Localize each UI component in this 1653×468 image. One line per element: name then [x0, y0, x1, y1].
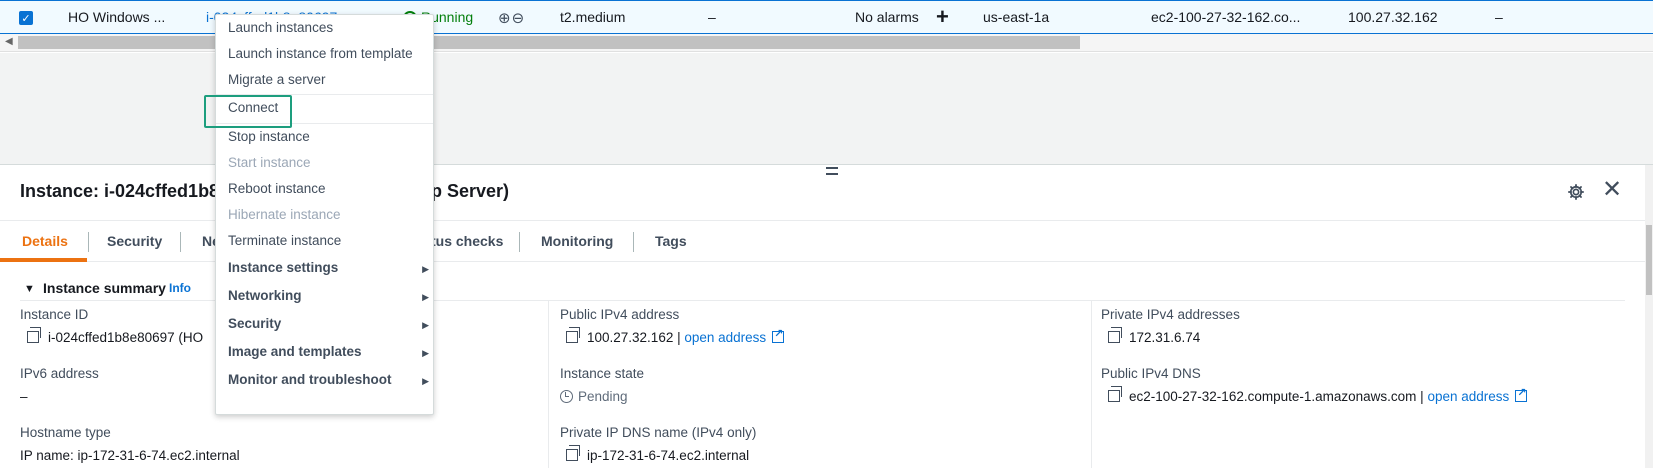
open-address-link[interactable]: open address: [684, 330, 766, 345]
column-divider: [1091, 300, 1092, 468]
zoom-out-icon[interactable]: ⊖: [512, 10, 526, 27]
menu-item-networking[interactable]: Networking: [228, 288, 302, 303]
private-ipv4-label: Private IPv4 addresses: [1101, 307, 1240, 322]
copy-icon[interactable]: [566, 445, 580, 461]
pane-resize-handle[interactable]: [826, 167, 838, 175]
hostname-type-value: IP name: ip-172-31-6-74.ec2.internal: [20, 448, 240, 463]
instance-type: t2.medium: [560, 9, 626, 25]
active-tab-indicator: [0, 258, 87, 262]
scrollbar-thumb[interactable]: [1646, 225, 1652, 295]
availability-zone: us-east-1a: [983, 9, 1050, 25]
public-ip: 100.27.32.162: [1348, 9, 1438, 25]
tab-separator: [88, 232, 89, 252]
private-dns-label: Private IP DNS name (IPv4 only): [560, 425, 757, 440]
instance-id-value: i-024cffed1b8e80697 (HO: [27, 327, 203, 345]
tab-details[interactable]: Details: [22, 233, 68, 249]
submenu-arrow-icon: ▶: [422, 292, 429, 302]
menu-item-security[interactable]: Security: [228, 316, 281, 331]
close-icon[interactable]: ✕: [1602, 178, 1622, 202]
public-dns-label: Public IPv4 DNS: [1101, 366, 1201, 381]
menu-item-monitor-troubleshoot[interactable]: Monitor and troubleshoot: [228, 372, 391, 387]
public-ipv4-value: 100.27.32.162 | open address: [566, 327, 785, 345]
submenu-arrow-icon: ▶: [422, 376, 429, 386]
menu-item-stop-instance[interactable]: Stop instance: [228, 129, 310, 144]
private-ipv4-value: 172.31.6.74: [1108, 327, 1200, 345]
instance-state-menu: Launch instances Launch instance from te…: [215, 14, 434, 415]
add-alarm-icon[interactable]: +: [936, 4, 949, 30]
menu-item-launch-instances[interactable]: Launch instances: [228, 20, 333, 35]
instance-state-label: Instance state: [560, 366, 645, 381]
external-link-icon[interactable]: [772, 327, 785, 343]
ipv6-value: –: [20, 389, 28, 404]
menu-item-instance-settings[interactable]: Instance settings: [228, 260, 338, 275]
menu-item-start-instance: Start instance: [228, 155, 311, 170]
public-ipv4-label: Public IPv4 address: [560, 307, 680, 322]
zoom-icons[interactable]: ⊕⊖: [498, 9, 525, 27]
collapse-caret-icon[interactable]: ▼: [24, 283, 35, 295]
tab-security[interactable]: Security: [107, 233, 162, 249]
vertical-scrollbar[interactable]: [1645, 165, 1653, 468]
scroll-left-icon[interactable]: ◀: [5, 36, 13, 47]
menu-item-launch-from-template[interactable]: Launch instance from template: [228, 46, 413, 61]
zoom-in-icon[interactable]: ⊕: [498, 10, 512, 27]
column-divider: [548, 300, 549, 468]
public-dns-value: ec2-100-27-32-162.compute-1.amazonaws.co…: [1108, 386, 1528, 404]
panel-title: Instance: i-024cffed1b8: [20, 181, 220, 201]
hostname-type-label: Hostname type: [20, 425, 111, 440]
instance-id-label: Instance ID: [20, 307, 89, 322]
instance-summary-title: Instance summary: [43, 280, 166, 296]
public-dns: ec2-100-27-32-162.co...: [1151, 9, 1301, 25]
external-link-icon[interactable]: [1515, 386, 1528, 402]
open-address-link[interactable]: open address: [1427, 389, 1509, 404]
status-check: –: [708, 9, 716, 25]
tab-tags[interactable]: Tags: [655, 233, 687, 249]
instance-name: HO Windows ...: [68, 9, 166, 25]
copy-icon[interactable]: [1108, 386, 1122, 402]
copy-icon[interactable]: [566, 327, 580, 343]
menu-item-reboot-instance[interactable]: Reboot instance: [228, 181, 326, 196]
gear-icon[interactable]: [1567, 183, 1585, 201]
panel-title-end: p Server): [431, 181, 510, 201]
menu-item-image-templates[interactable]: Image and templates: [228, 344, 362, 359]
menu-item-hibernate-instance: Hibernate instance: [228, 207, 341, 222]
menu-item-terminate-instance[interactable]: Terminate instance: [228, 233, 341, 248]
tab-separator: [180, 232, 181, 252]
connect-highlight-box: [204, 95, 292, 128]
instance-state-value: Pending: [560, 389, 628, 404]
tab-separator: [633, 232, 634, 252]
tab-monitoring[interactable]: Monitoring: [541, 233, 613, 249]
tab-status-checks[interactable]: tus checks: [431, 233, 503, 249]
alarm-status: No alarms: [855, 9, 919, 25]
row-checkbox[interactable]: ✓: [19, 11, 33, 25]
submenu-arrow-icon: ▶: [422, 348, 429, 358]
copy-icon[interactable]: [1108, 327, 1122, 343]
copy-icon[interactable]: [27, 327, 41, 343]
scrollbar-thumb[interactable]: [18, 36, 1080, 49]
menu-item-migrate-server[interactable]: Migrate a server: [228, 72, 326, 87]
info-link[interactable]: Info: [169, 281, 191, 295]
private-dns-value: ip-172-31-6-74.ec2.internal: [566, 445, 749, 463]
pending-clock-icon: [560, 390, 573, 403]
submenu-arrow-icon: ▶: [422, 320, 429, 330]
submenu-arrow-icon: ▶: [422, 264, 429, 274]
tab-separator: [519, 232, 520, 252]
elastic-ip: –: [1495, 9, 1503, 25]
ipv6-label: IPv6 address: [20, 366, 99, 381]
